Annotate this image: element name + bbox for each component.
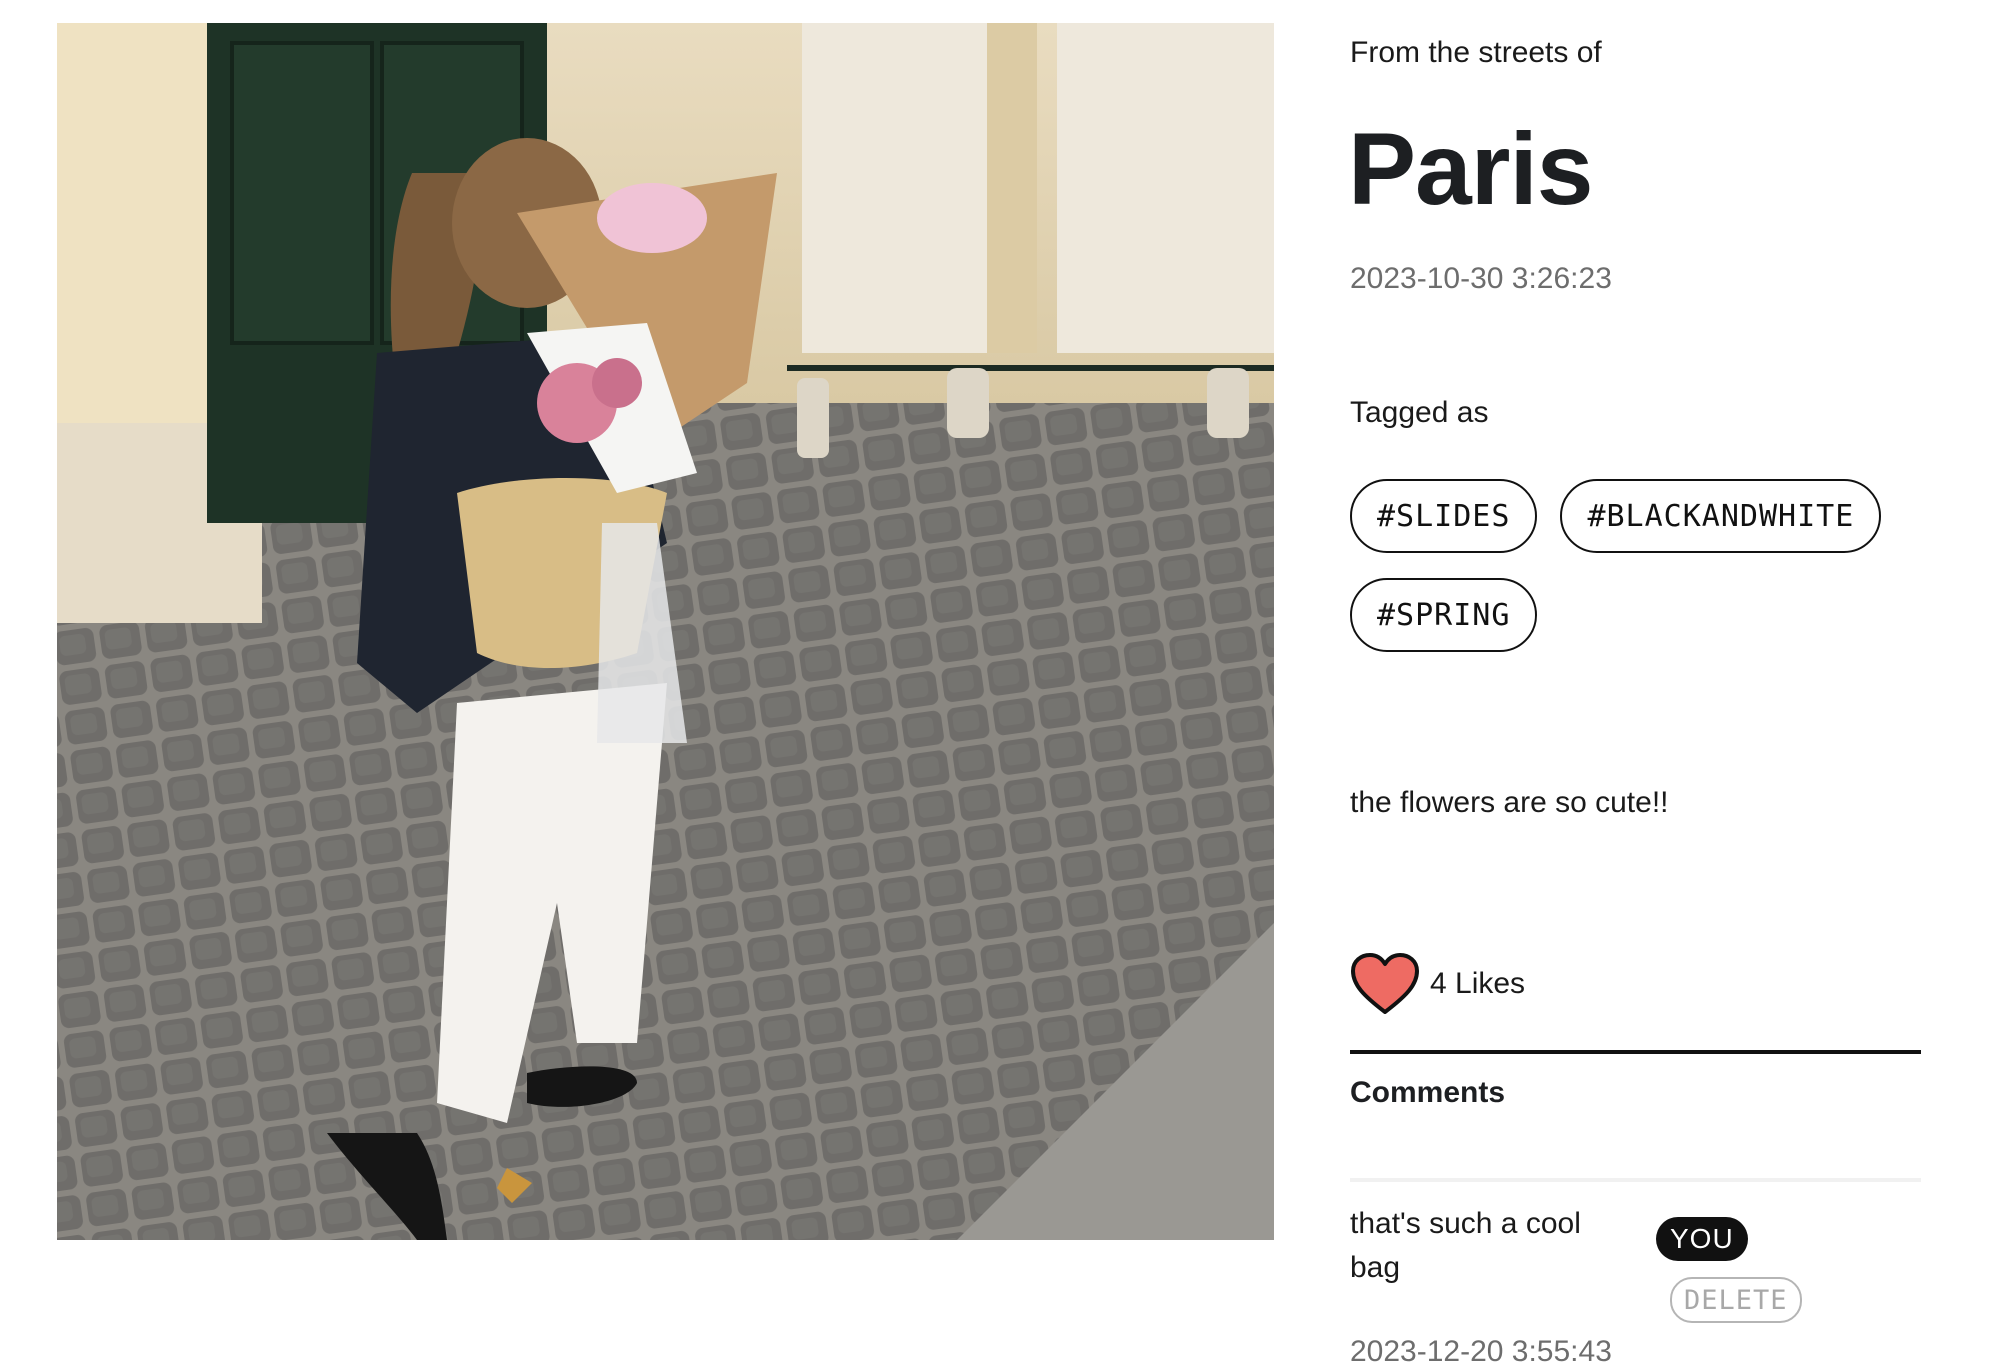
heart-icon[interactable] [1350, 952, 1420, 1016]
comment-text: that's such a cool bag [1350, 1207, 1581, 1284]
city-title: Paris [1348, 112, 1594, 226]
street-photo-image [57, 23, 1274, 1240]
tag-spring[interactable]: #SPRING [1350, 578, 1538, 652]
post-caption: the flowers are so cute!! [1350, 786, 1669, 819]
comment-divider [1350, 1178, 1921, 1182]
likes-count: 4 Likes [1430, 967, 1526, 1000]
post-timestamp: 2023-10-30 3:26:23 [1350, 262, 1612, 295]
location-eyebrow: From the streets of [1350, 36, 1602, 69]
tag-slides[interactable]: #SLIDES [1350, 479, 1538, 553]
post-info-panel: From the streets of Paris 2023-10-30 3:2… [1348, 0, 1940, 1362]
you-badge: YOU [1656, 1217, 1748, 1261]
comments-divider [1350, 1050, 1921, 1054]
tag-list: #SLIDES #BLACKANDWHITE #SPRING [1350, 479, 1940, 652]
tag-blackandwhite[interactable]: #BLACKANDWHITE [1560, 479, 1882, 553]
delete-comment-button[interactable]: DELETE [1670, 1277, 1802, 1323]
tags-label: Tagged as [1350, 396, 1489, 429]
comment-timestamp: 2023-12-20 3:55:43 [1350, 1335, 1612, 1362]
likes-row: 4 Likes [1350, 952, 1525, 1016]
post-photo [57, 23, 1274, 1240]
comments-heading: Comments [1350, 1076, 1506, 1109]
post-detail-page: From the streets of Paris 2023-10-30 3:2… [0, 0, 2001, 1362]
